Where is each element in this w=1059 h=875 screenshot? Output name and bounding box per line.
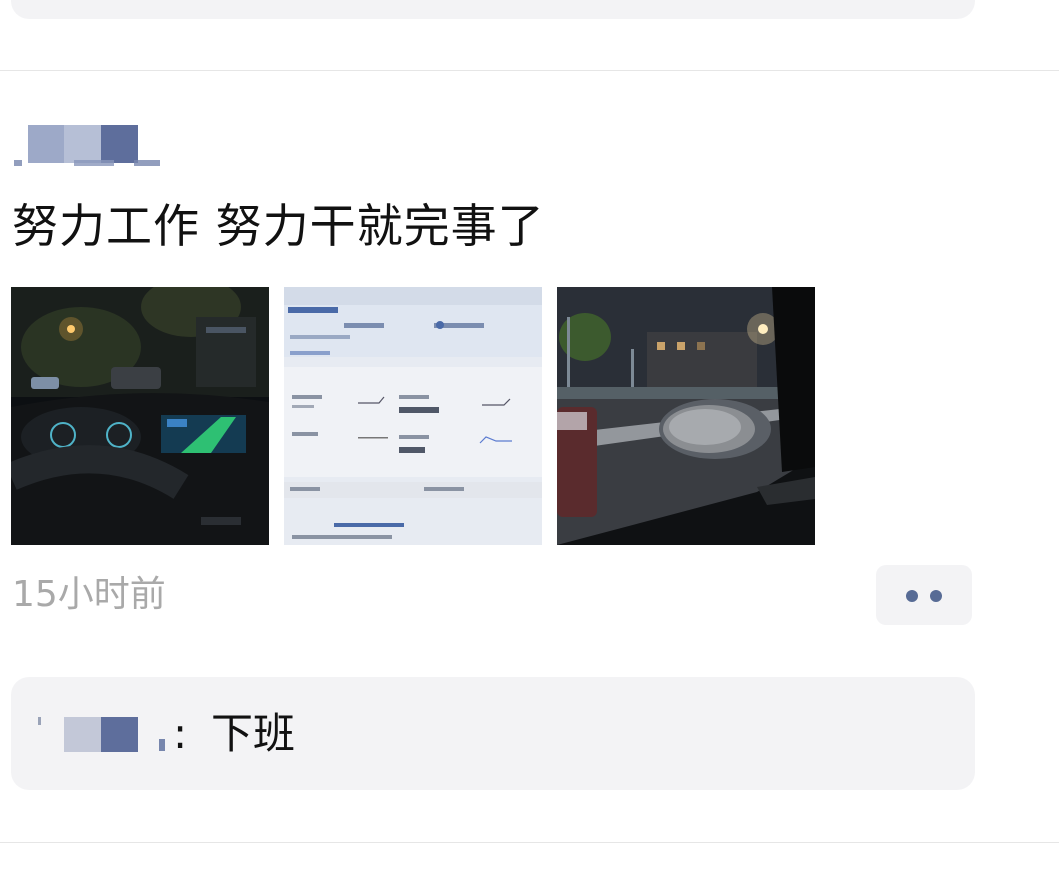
username-mosaic-fragment xyxy=(14,160,160,166)
more-dots-icon xyxy=(930,590,942,602)
post-time: 15小时前 xyxy=(12,574,166,615)
commenter-name-mosaic xyxy=(101,717,138,752)
username-mosaic-3 xyxy=(101,125,138,163)
username-mosaic-2 xyxy=(64,125,101,163)
more-dots-icon xyxy=(906,590,918,602)
more-actions-button[interactable] xyxy=(876,565,972,625)
commenter-name-fragment xyxy=(159,739,165,751)
car-dashboard-night-photo[interactable] xyxy=(11,287,269,545)
poster-username-obscured[interactable] xyxy=(14,122,174,166)
computer-screen-dashboard-photo[interactable] xyxy=(284,287,542,545)
post-divider-top xyxy=(0,70,1059,71)
post-divider-bottom xyxy=(0,842,1059,843)
side-mirror-street-night-photo[interactable] xyxy=(557,287,815,545)
commenter-name-fragment-left xyxy=(38,717,41,725)
username-mosaic xyxy=(28,125,64,163)
commenter-name-obscured[interactable] xyxy=(64,717,101,752)
comment-colon: : xyxy=(173,709,188,758)
comment-section: : 下班 xyxy=(11,677,975,790)
comment-text: 下班 xyxy=(211,709,296,758)
post-text: 努力工作 努力干就完事了 xyxy=(12,199,545,253)
previous-post-card xyxy=(11,0,975,19)
